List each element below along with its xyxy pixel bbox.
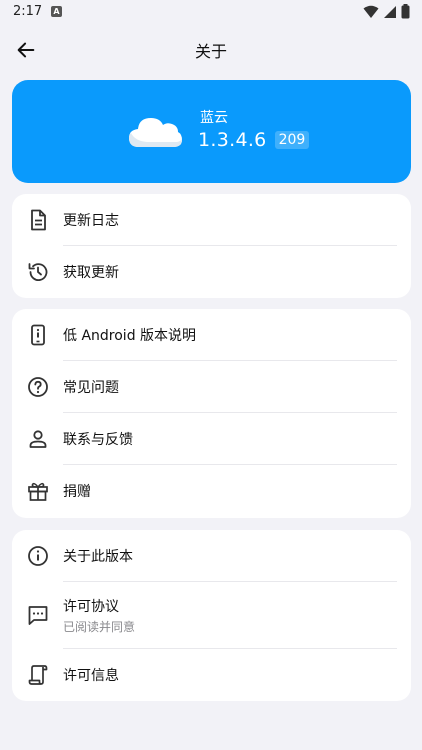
- person-icon: [29, 430, 47, 448]
- about-version-label: 关于此版本: [63, 549, 133, 565]
- app-name: 蓝云: [200, 110, 228, 126]
- version-row: 1.3.4.6 209: [198, 129, 310, 151]
- status-time: 2:17: [13, 4, 43, 19]
- status-icons: [363, 4, 410, 19]
- changelog-label: 更新日志: [63, 213, 119, 229]
- scroll-icon: [28, 665, 48, 685]
- changelog-item[interactable]: 更新日志: [12, 194, 411, 246]
- check-update-item[interactable]: 获取更新: [12, 246, 411, 298]
- license-info-label: 许可信息: [63, 668, 119, 684]
- history-icon: [28, 263, 48, 281]
- help-circle-icon: [28, 377, 48, 397]
- phone-info-icon: [31, 324, 45, 346]
- app-info-banner: 蓝云 1.3.4.6 209: [12, 80, 411, 183]
- license-info-item[interactable]: 许可信息: [12, 649, 411, 701]
- app-bar: 关于: [0, 26, 422, 72]
- about-version-item[interactable]: 关于此版本: [12, 530, 411, 582]
- check-update-label: 获取更新: [63, 265, 119, 281]
- status-bar: 2:17 A: [0, 0, 422, 26]
- version-number: 1.3.4.6: [198, 129, 267, 151]
- feedback-label: 联系与反馈: [63, 432, 133, 448]
- donate-label: 捐赠: [63, 484, 91, 500]
- wifi-icon: [363, 5, 379, 18]
- signal-icon: [384, 5, 396, 18]
- low-android-label: 低 Android 版本说明: [63, 328, 197, 344]
- card-license: 关于此版本 许可协议 已阅读并同意 许可信息: [12, 530, 411, 701]
- info-circle-icon: [28, 546, 48, 566]
- message-dots-icon: [28, 606, 48, 625]
- gift-icon: [28, 482, 48, 501]
- low-android-item[interactable]: 低 Android 版本说明: [12, 309, 411, 361]
- card-updates: 更新日志 获取更新: [12, 194, 411, 298]
- donate-item[interactable]: 捐赠: [12, 465, 411, 517]
- battery-icon: [401, 4, 410, 19]
- card-help: 低 Android 版本说明 常见问题 联系与反馈 捐赠: [12, 309, 411, 518]
- notification-app-icon: A: [51, 6, 62, 17]
- page-title: 关于: [194, 42, 227, 61]
- license-agreement-item[interactable]: 许可协议 已阅读并同意: [12, 582, 411, 649]
- license-agreement-label: 许可协议: [63, 599, 119, 615]
- feedback-item[interactable]: 联系与反馈: [12, 413, 411, 465]
- license-agreement-status: 已阅读并同意: [63, 620, 136, 634]
- faq-label: 常见问题: [63, 380, 119, 396]
- build-badge: 209: [274, 131, 310, 149]
- faq-item[interactable]: 常见问题: [12, 361, 411, 413]
- document-icon: [31, 209, 46, 231]
- cloud-logo-icon: [129, 118, 182, 147]
